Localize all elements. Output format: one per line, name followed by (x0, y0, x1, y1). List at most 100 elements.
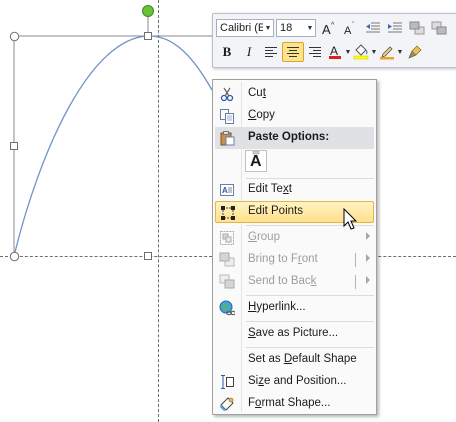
menu-item-hyperlink[interactable]: Hyperlink... (215, 297, 374, 319)
bring-forward-icon (409, 21, 425, 35)
mini-toolbar-row-1: Calibri (E ▼ 18 ▼ A ^ Aˇ (216, 17, 450, 39)
font-size-value: 18 (280, 22, 293, 34)
menu-item-edit-text[interactable]: A Edit Text (215, 179, 374, 201)
menu-item-label: Edit Text (248, 183, 292, 195)
split-divider (355, 253, 356, 267)
menu-separator (246, 347, 374, 348)
increase-indent-icon (388, 22, 402, 33)
paste-option-glyph: A (250, 153, 262, 170)
submenu-arrow-icon (366, 232, 370, 240)
menu-item-format-shape[interactable]: Format Shape... (215, 393, 374, 415)
chevron-down-icon[interactable]: ▼ (305, 20, 315, 36)
send-backward-button[interactable] (428, 18, 450, 38)
svg-text:A: A (322, 22, 331, 35)
menu-item-copy[interactable]: Copy (215, 105, 374, 127)
italic-icon: I (246, 44, 252, 59)
menu-separator (246, 295, 374, 296)
menu-item-label: Edit Points (248, 205, 303, 217)
menu-header-paste-options: Paste Options: (215, 127, 374, 149)
bring-forward-button[interactable] (406, 18, 428, 38)
resize-handle-middle-left[interactable] (9, 141, 20, 152)
mini-toolbar-row-2: B I A ▼ ▼ ▼ (216, 41, 426, 63)
send-to-back-icon (218, 273, 236, 291)
resize-handle-top-left[interactable] (9, 31, 20, 42)
paste-options-label: Paste Options: (248, 131, 330, 143)
italic-button[interactable]: I (238, 42, 260, 62)
menu-item-bring-to-front[interactable]: Bring to Front (215, 249, 374, 271)
menu-item-label: Cut (248, 87, 266, 99)
menu-item-label: Set as Default Shape (248, 353, 357, 365)
align-center-icon (287, 47, 299, 57)
format-painter-button[interactable] (404, 42, 426, 62)
bring-to-front-icon (218, 251, 236, 269)
svg-text:A: A (330, 44, 338, 58)
mini-toolbar: Calibri (E ▼ 18 ▼ A ^ Aˇ B I A ▼ ▼ ▼ (212, 13, 456, 68)
rotation-handle[interactable] (141, 4, 155, 18)
svg-text:A: A (344, 25, 352, 35)
menu-item-label: Send to Back (248, 275, 317, 287)
font-name-value: Calibri (E (220, 22, 263, 34)
chevron-down-icon[interactable]: ▼ (263, 20, 273, 36)
split-divider (355, 275, 356, 289)
send-backward-icon (431, 21, 447, 35)
decrease-indent-icon (366, 22, 380, 33)
decrease-indent-button[interactable] (362, 18, 384, 38)
chevron-down-icon[interactable]: ▼ (370, 42, 378, 62)
menu-item-label: Copy (248, 109, 275, 121)
svg-text:ˇ: ˇ (352, 22, 355, 29)
mouse-pointer-icon (343, 208, 358, 230)
increase-indent-button[interactable] (384, 18, 406, 38)
svg-text:A: A (222, 186, 228, 195)
paintbrush-icon (408, 45, 422, 59)
align-left-icon (265, 47, 277, 57)
scissors-icon (218, 85, 236, 103)
menu-item-set-as-default-shape[interactable]: Set as Default Shape (215, 349, 374, 371)
align-left-button[interactable] (260, 42, 282, 62)
edit-points-icon (219, 204, 237, 222)
shrink-font-icon: Aˇ (344, 22, 355, 35)
size-position-icon (218, 373, 236, 391)
paint-bucket-icon (353, 44, 369, 60)
align-center-button[interactable] (282, 42, 304, 62)
paste-keep-text-only-button[interactable]: A (245, 150, 267, 172)
menu-item-label: Save as Picture... (248, 327, 339, 339)
bold-icon: B (222, 44, 232, 59)
resize-handle-bottom-left[interactable] (9, 251, 20, 262)
grow-font-button[interactable]: A ^ (318, 18, 340, 38)
menu-item-label: Size and Position... (248, 375, 347, 387)
pencil-icon (380, 46, 394, 60)
svg-text:^: ^ (331, 22, 335, 29)
clipboard-icon (218, 129, 236, 147)
chevron-down-icon[interactable]: ▼ (396, 42, 404, 62)
fill-color-button[interactable] (352, 42, 370, 62)
align-right-button[interactable] (304, 42, 326, 62)
menu-item-send-to-back[interactable]: Send to Back (215, 271, 374, 293)
context-menu: Cut Copy Paste Options: A A Edit Text Ed… (212, 79, 377, 415)
menu-item-label: Bring to Front (248, 253, 318, 265)
submenu-arrow-icon[interactable] (366, 276, 370, 284)
grow-font-icon: A ^ (322, 22, 335, 35)
submenu-arrow-icon[interactable] (366, 254, 370, 262)
align-right-icon (309, 47, 321, 57)
font-name-combo[interactable]: Calibri (E ▼ (216, 19, 274, 37)
font-color-button[interactable]: A (326, 42, 344, 62)
group-icon (218, 229, 236, 247)
hyperlink-globe-icon (218, 299, 236, 317)
font-size-combo[interactable]: 18 ▼ (276, 19, 316, 37)
resize-handle-top-middle[interactable] (143, 31, 154, 42)
freeform-curve (13, 35, 213, 257)
shrink-font-button[interactable]: Aˇ (340, 18, 362, 38)
font-color-icon: A (329, 44, 341, 59)
menu-item-label: Hyperlink... (248, 301, 306, 313)
shape-outline-button[interactable] (378, 42, 396, 62)
menu-item-size-and-position[interactable]: Size and Position... (215, 371, 374, 393)
menu-item-save-as-picture[interactable]: Save as Picture... (215, 323, 374, 345)
copy-icon (218, 107, 236, 125)
menu-item-label: Group (248, 231, 280, 243)
chevron-down-icon[interactable]: ▼ (344, 42, 352, 62)
resize-handle-bottom-middle[interactable] (143, 251, 154, 262)
menu-item-cut[interactable]: Cut (215, 83, 374, 105)
edit-text-icon: A (218, 181, 236, 199)
menu-item-label: Format Shape... (248, 397, 331, 409)
bold-button[interactable]: B (216, 42, 238, 62)
